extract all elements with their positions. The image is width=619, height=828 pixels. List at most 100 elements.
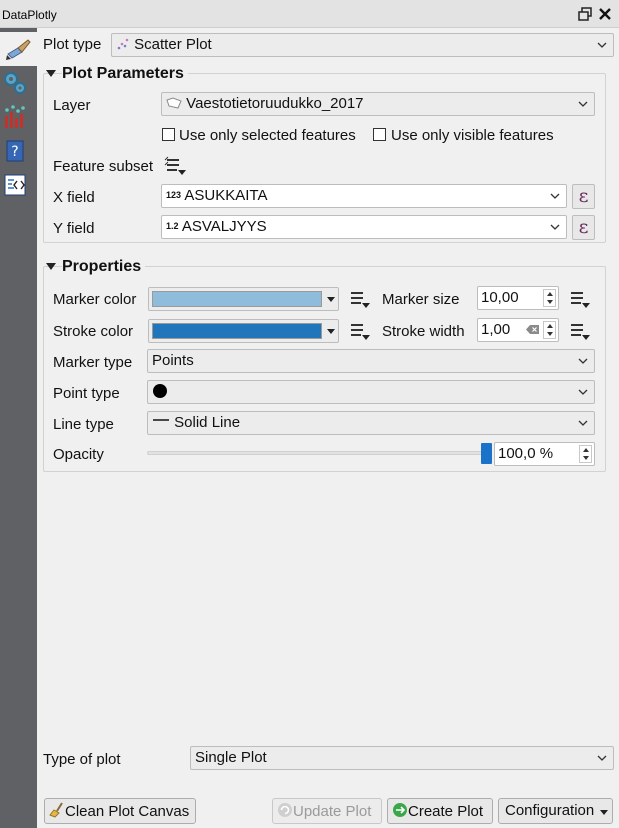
marker-size-label: Marker size	[382, 291, 460, 308]
opacity-value: 100,0 %	[498, 445, 554, 462]
opacity-slider-track	[147, 451, 492, 455]
point-type-select[interactable]	[147, 380, 595, 404]
collapse-icon[interactable]	[46, 70, 56, 77]
integer-type-icon: 123	[166, 190, 182, 200]
chevron-down-icon	[550, 224, 560, 230]
marker-size-value: 10,00	[481, 289, 519, 306]
marker-color-label: Marker color	[53, 291, 137, 308]
chevron-down-icon	[578, 101, 588, 107]
y-field-value: ASVALJYYS	[181, 218, 267, 235]
stroke-color-button[interactable]	[148, 319, 339, 343]
configuration-button[interactable]: Configuration	[498, 798, 613, 824]
layer-select[interactable]: Vaestotietoruudukko_2017	[161, 92, 595, 116]
marker-color-button[interactable]	[148, 287, 339, 311]
stroke-width-value: 1,00	[481, 321, 511, 338]
x-field-label: X field	[53, 189, 95, 206]
use-selected-label: Use only selected features	[179, 127, 356, 144]
broom-icon	[49, 802, 63, 818]
plot-parameters-title: Plot Parameters	[62, 65, 188, 83]
chevron-down-icon	[600, 810, 608, 815]
scatter-plot-icon	[117, 38, 129, 50]
chevron-down-icon	[578, 389, 588, 395]
polygon-layer-icon	[166, 97, 182, 109]
use-visible-checkbox[interactable]	[373, 128, 386, 141]
layer-label: Layer	[53, 97, 91, 114]
spin-arrows-icon[interactable]	[579, 445, 592, 463]
clear-icon[interactable]	[526, 324, 540, 335]
x-field-value: ASUKKAITA	[184, 187, 268, 204]
marker-type-select[interactable]: Points	[147, 349, 595, 373]
decimal-type-icon: 1.2	[166, 221, 179, 231]
line-type-label: Line type	[53, 416, 114, 433]
collapse-icon[interactable]	[46, 263, 56, 270]
opacity-slider[interactable]	[147, 443, 492, 465]
create-plot-label: Create Plot	[408, 803, 484, 820]
opacity-label: Opacity	[53, 446, 104, 463]
close-icon[interactable]	[597, 6, 613, 22]
chevron-down-icon	[578, 358, 588, 364]
clean-plot-canvas-label: Clean Plot Canvas	[65, 803, 190, 820]
marker-size-spinbox[interactable]: 10,00	[477, 286, 559, 310]
bar-chart-icon[interactable]	[2, 104, 28, 130]
stroke-color-swatch	[152, 323, 322, 339]
float-icon[interactable]	[577, 6, 593, 22]
code-icon[interactable]	[2, 172, 28, 198]
chevron-down-icon	[327, 297, 335, 302]
svg-text:?: ?	[11, 144, 18, 160]
type-of-plot-label: Type of plot	[43, 751, 121, 768]
opacity-slider-handle[interactable]	[481, 443, 492, 464]
plot-type-label: Plot type	[43, 36, 102, 53]
type-of-plot-value: Single Plot	[195, 749, 267, 766]
chevron-down-icon	[550, 193, 560, 199]
type-of-plot-select[interactable]: Single Plot	[190, 746, 614, 770]
marker-type-label: Marker type	[53, 354, 133, 371]
x-expression-button[interactable]: ε	[572, 184, 595, 209]
update-plot-label: Update Plot	[293, 803, 372, 820]
line-type-select[interactable]: Solid Line	[147, 411, 595, 435]
y-expression-button[interactable]: ε	[572, 215, 595, 240]
line-type-value: Solid Line	[174, 414, 241, 431]
marker-color-swatch	[152, 291, 322, 307]
refresh-icon	[278, 803, 292, 817]
x-field-select[interactable]: 123 ASUKKAITA	[161, 184, 567, 208]
data-defined-icon[interactable]	[348, 321, 370, 341]
stroke-width-spinbox[interactable]: 1,00	[477, 318, 559, 342]
update-plot-button[interactable]: Update Plot	[272, 798, 382, 824]
gears-icon[interactable]	[2, 70, 28, 96]
spin-arrows-icon[interactable]	[543, 289, 556, 307]
sidebar-tab-plot[interactable]	[0, 32, 37, 66]
point-type-label: Point type	[53, 385, 120, 402]
window-title: DataPlotly	[2, 8, 57, 22]
use-visible-label: Use only visible features	[391, 127, 554, 144]
configuration-label: Configuration	[505, 802, 595, 819]
sidebar: ?	[0, 28, 37, 828]
help-icon[interactable]: ?	[2, 138, 28, 164]
brush-icon	[6, 39, 31, 60]
clean-plot-canvas-button[interactable]: Clean Plot Canvas	[44, 798, 196, 824]
data-defined-icon[interactable]	[568, 321, 590, 341]
solid-line-icon	[153, 419, 169, 421]
plot-type-value: Scatter Plot	[134, 36, 212, 53]
marker-type-value: Points	[152, 352, 194, 369]
data-defined-icon[interactable]	[568, 289, 590, 309]
dock-titlebar: DataPlotly	[0, 0, 619, 28]
chevron-down-icon	[578, 420, 588, 426]
y-field-select[interactable]: 1.2 ASVALJYYS	[161, 215, 567, 239]
plot-type-select[interactable]: Scatter Plot	[111, 33, 614, 57]
stroke-color-label: Stroke color	[53, 323, 134, 340]
circle-marker-icon	[153, 384, 167, 398]
data-defined-icon[interactable]	[348, 289, 370, 309]
create-plot-button[interactable]: Create Plot	[387, 798, 493, 824]
create-icon	[393, 803, 407, 817]
spin-arrows-icon[interactable]	[543, 321, 556, 339]
chevron-down-icon	[327, 329, 335, 334]
opacity-spinbox[interactable]: 100,0 %	[494, 442, 595, 466]
data-defined-icon[interactable]	[164, 156, 186, 176]
use-selected-checkbox[interactable]	[162, 128, 175, 141]
properties-title: Properties	[62, 258, 146, 276]
chevron-down-icon	[597, 755, 607, 761]
y-field-label: Y field	[53, 220, 95, 237]
chevron-down-icon	[597, 42, 607, 48]
layer-value: Vaestotietoruudukko_2017	[186, 95, 364, 112]
stroke-width-label: Stroke width	[382, 323, 465, 340]
